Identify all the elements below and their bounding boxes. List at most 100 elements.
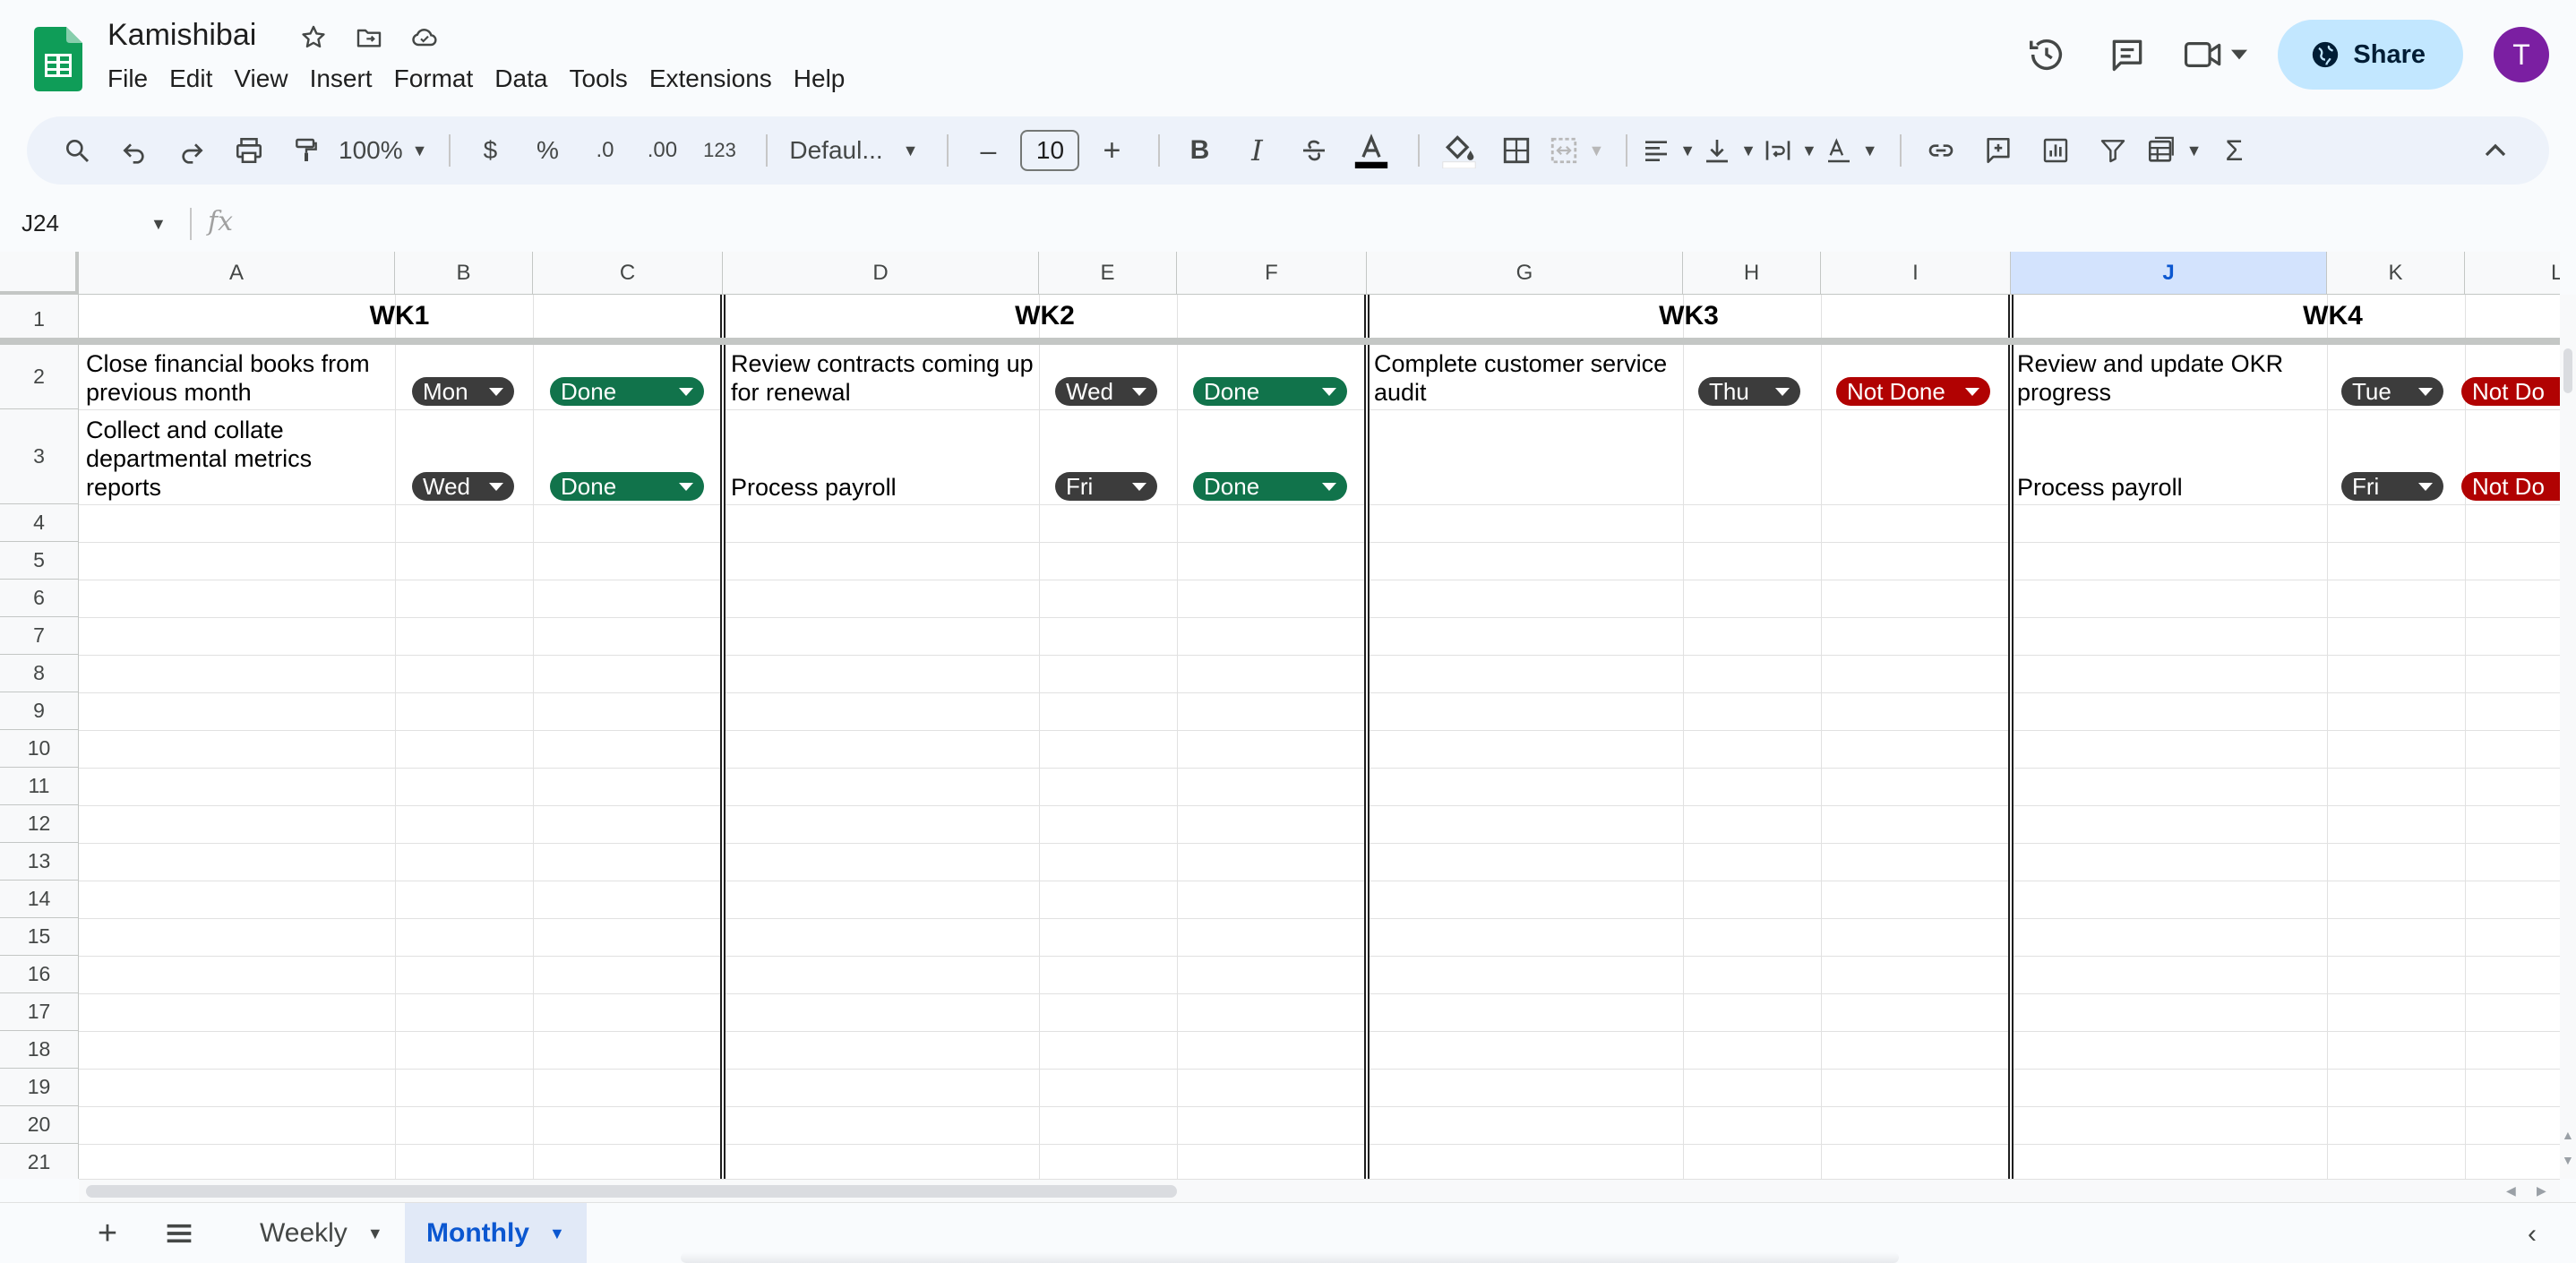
row-header-17[interactable]: 17 [0, 993, 79, 1031]
vertical-scrollbar[interactable]: ▲ ▼ [2560, 295, 2576, 1179]
row-header-2[interactable]: 2 [0, 345, 79, 409]
move-folder-icon[interactable] [351, 20, 387, 56]
week-header-2[interactable]: WK2 [726, 295, 1364, 338]
column-header-b[interactable]: B [395, 252, 533, 295]
chevron-down-icon[interactable]: ▼ [150, 215, 167, 234]
document-title[interactable]: Kamishibai [107, 18, 256, 53]
increase-font-size-button[interactable]: + [1086, 125, 1137, 176]
cloud-saved-icon[interactable] [407, 20, 442, 56]
chevron-up-icon[interactable] [2477, 133, 2513, 168]
share-button[interactable]: Share [2278, 20, 2463, 90]
zoom-select[interactable]: 100% ▼ [339, 125, 427, 176]
task-cell[interactable]: Review contracts coming up for renewal [731, 349, 1040, 407]
search-menus-icon[interactable] [52, 125, 102, 176]
name-box[interactable]: J24 [21, 210, 59, 237]
chevron-left-icon[interactable]: ‹ [2528, 1219, 2537, 1250]
row-header-20[interactable]: 20 [0, 1106, 79, 1144]
day-dropdown[interactable]: Fri [1055, 472, 1157, 501]
italic-button[interactable]: I [1232, 125, 1282, 176]
text-wrapping-icon[interactable]: ▼ [1764, 125, 1817, 176]
day-dropdown[interactable]: Thu [1698, 377, 1800, 406]
menu-view[interactable]: View [223, 63, 298, 95]
menu-data[interactable]: Data [484, 63, 558, 95]
vertical-scroll-thumb[interactable] [2563, 348, 2572, 393]
day-dropdown[interactable]: Wed [1055, 377, 1157, 406]
font-family-select[interactable]: Defaul... ▼ [782, 125, 925, 176]
all-sheets-menu-icon[interactable] [161, 1216, 197, 1251]
task-cell[interactable]: Process payroll [2017, 473, 2322, 502]
insert-chart-icon[interactable] [2031, 125, 2081, 176]
week-header-3[interactable]: WK3 [1370, 295, 2008, 338]
sheets-logo-icon[interactable] [34, 27, 82, 91]
version-history-icon[interactable] [2022, 30, 2072, 80]
strikethrough-icon[interactable] [1289, 125, 1339, 176]
status-dropdown[interactable]: Done [1193, 377, 1347, 406]
filter-views-icon[interactable]: ▼ [2145, 125, 2202, 176]
column-header-g[interactable]: G [1367, 252, 1683, 295]
currency-format-button[interactable]: $ [465, 125, 515, 176]
menu-tools[interactable]: Tools [558, 63, 638, 95]
week-header-4[interactable]: WK4 [2014, 295, 2560, 338]
scroll-up-icon[interactable]: ▲ [2562, 1128, 2574, 1142]
undo-icon[interactable] [109, 125, 159, 176]
select-all-corner[interactable] [0, 252, 79, 295]
row-header-9[interactable]: 9 [0, 692, 79, 730]
task-cell[interactable]: Process payroll [731, 473, 1035, 502]
paint-format-icon[interactable] [281, 125, 331, 176]
column-header-i[interactable]: I [1821, 252, 2011, 295]
column-header-a[interactable]: A [79, 252, 395, 295]
decrease-decimal-button[interactable]: .0 [580, 125, 630, 176]
bold-button[interactable]: B [1174, 125, 1224, 176]
menu-help[interactable]: Help [783, 63, 856, 95]
text-color-icon[interactable] [1346, 125, 1396, 176]
filter-icon[interactable] [2088, 125, 2138, 176]
row-header-14[interactable]: 14 [0, 881, 79, 918]
menu-extensions[interactable]: Extensions [639, 63, 783, 95]
percent-format-button[interactable]: % [522, 125, 572, 176]
scroll-left-icon[interactable]: ◀ [2506, 1183, 2516, 1199]
task-cell[interactable]: Review and update OKR progress [2017, 349, 2322, 407]
status-dropdown[interactable]: Not Do [2461, 377, 2560, 406]
row-header-21[interactable]: 21 [0, 1144, 79, 1179]
scroll-right-icon[interactable]: ▶ [2537, 1183, 2546, 1199]
font-size-input[interactable]: 10 [1020, 130, 1080, 171]
status-dropdown[interactable]: Done [550, 377, 704, 406]
scroll-down-icon[interactable]: ▼ [2562, 1153, 2574, 1167]
column-header-d[interactable]: D [723, 252, 1039, 295]
column-header-h[interactable]: H [1683, 252, 1821, 295]
spreadsheet-grid[interactable]: A B C D E F G H I J K L 1 2 3 4 5 6 7 8 … [0, 252, 2560, 1179]
insert-comment-icon[interactable] [1973, 125, 2023, 176]
menu-edit[interactable]: Edit [159, 63, 223, 95]
menu-insert[interactable]: Insert [299, 63, 383, 95]
row-header-7[interactable]: 7 [0, 617, 79, 655]
row-header-6[interactable]: 6 [0, 580, 79, 617]
sheet-tab-weekly[interactable]: Weekly ▼ [238, 1203, 405, 1263]
more-formats-button[interactable]: 123 [694, 125, 744, 176]
menu-file[interactable]: File [97, 63, 159, 95]
column-header-j[interactable]: J [2011, 252, 2327, 295]
column-header-e[interactable]: E [1039, 252, 1177, 295]
row-header-15[interactable]: 15 [0, 918, 79, 956]
horizontal-scroll-thumb[interactable] [86, 1185, 1177, 1198]
task-cell[interactable]: Complete customer service audit [1374, 349, 1679, 407]
print-icon[interactable] [224, 125, 274, 176]
row-header-4[interactable]: 4 [0, 504, 79, 542]
column-header-l[interactable]: L [2465, 252, 2560, 295]
fill-color-icon[interactable] [1434, 125, 1484, 176]
sheet-tab-monthly[interactable]: Monthly ▼ [405, 1203, 587, 1263]
status-dropdown[interactable]: Done [550, 472, 704, 501]
text-rotation-icon[interactable]: ▼ [1825, 125, 1878, 176]
borders-icon[interactable] [1491, 125, 1541, 176]
column-header-k[interactable]: K [2327, 252, 2465, 295]
frozen-row-divider[interactable] [0, 338, 2560, 345]
status-dropdown[interactable]: Not Do [2461, 472, 2560, 501]
row-header-11[interactable]: 11 [0, 768, 79, 805]
decrease-font-size-button[interactable]: – [963, 125, 1013, 176]
add-sheet-button[interactable]: + [90, 1215, 125, 1252]
row-header-16[interactable]: 16 [0, 956, 79, 993]
row-header-12[interactable]: 12 [0, 805, 79, 843]
increase-decimal-button[interactable]: .00 [637, 125, 687, 176]
task-cell[interactable]: Close financial books from previous mont… [86, 349, 391, 407]
day-dropdown[interactable]: Fri [2341, 472, 2443, 501]
star-icon[interactable] [296, 20, 331, 56]
